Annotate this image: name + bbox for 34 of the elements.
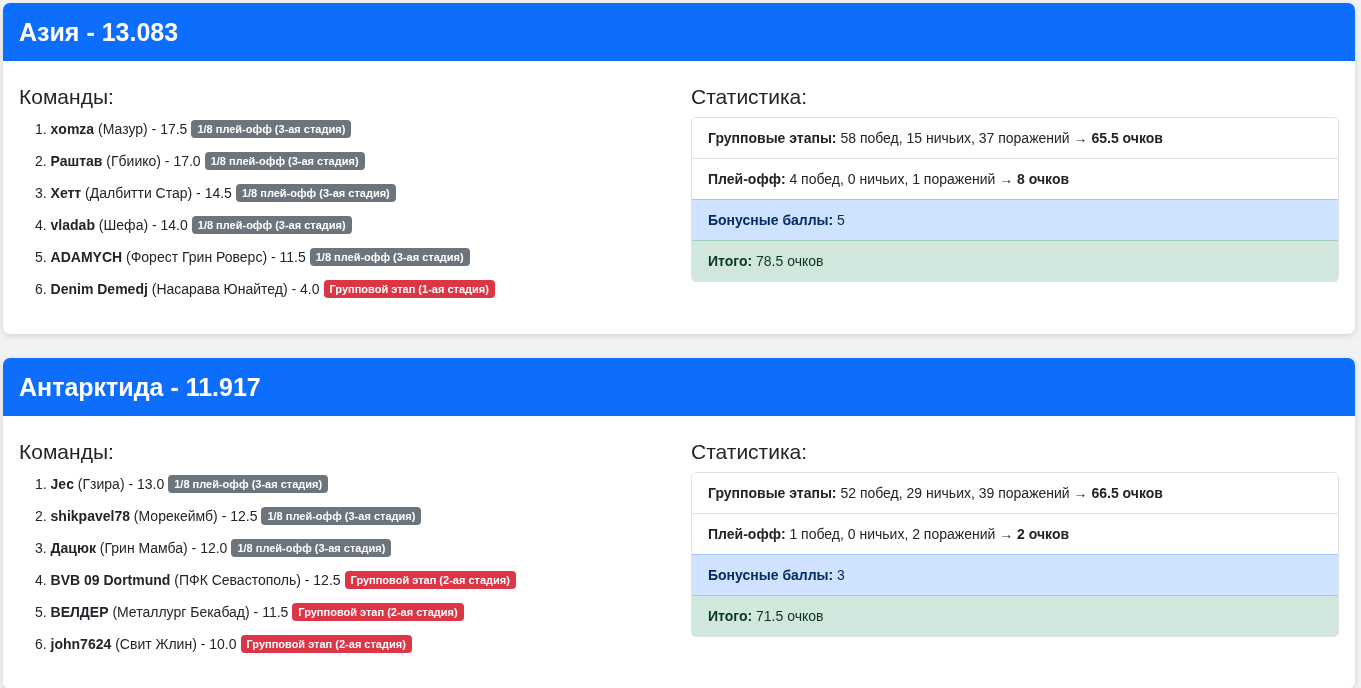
stats-row: Итого: 78.5 очков [692,240,1338,281]
team-entry: 3. Хетт (Далбитти Стар) - 14.5 [35,184,232,201]
stage-badge: Групповой этап (1-ая стадия) [323,279,495,298]
stage-badge: 1/8 плей-офф (3-ая стадия) [231,538,392,557]
stage-badge: Групповой этап (2-ая стадия) [344,570,516,589]
stage-badge: 1/8 плей-офф (3-ая стадия) [168,474,329,493]
team-entry: 6. Denim Demedj (Насарава Юнайтед) - 4.0 [35,280,320,297]
team-entry: 2. Раштав (Гбиико) - 17.0 [35,152,201,169]
team-entry: 5. ADAMYCH (Форест Грин Роверс) - 11.5 [35,248,306,265]
team-entry: 4. vladab (Шефа) - 14.0 [35,216,188,233]
stage-badge: Групповой этап (2-ая стадия) [240,634,412,653]
region-title: Антарктида - 11.917 [19,372,261,402]
stage-badge: 1/8 плей-офф (3-ая стадия) [261,506,422,525]
stage-badge: 1/8 плей-офф (3-ая стадия) [235,183,396,202]
team-entry: 6. john7624 (Свит Жлин) - 10.0 [35,635,237,652]
team-entry: 4. BVB 09 Dortmund (ПФК Севастополь) - 12.5 [35,571,341,588]
stage-badge: 1/8 плей-офф (3-ая стадия) [204,151,365,170]
team-entry: 5. ВЕЛДЕР (Металлург Бекабад) - 11.5 [35,603,289,620]
stats-heading: Статистика: [691,85,809,109]
team-entry: 2. shikpavel78 (Морекеймб) - 12.5 [35,507,258,524]
teams-heading: Команды: [19,85,115,109]
stats-heading: Статистика: [691,440,809,464]
stage-badge: 1/8 плей-офф (3-ая стадия) [191,119,352,138]
team-entry: 1. xomza (Мазур) - 17.5 [35,120,188,137]
stage-badge: Групповой этап (2-ая стадия) [292,602,464,621]
stats-row: Бонусные баллы: 3 [692,554,1338,595]
region-title: Азия - 13.083 [19,17,179,47]
stage-badge: 1/8 плей-офф (3-ая стадия) [191,215,352,234]
stats-row: Итого: 71.5 очков [692,595,1338,636]
team-entry: 1. Jec (Гзира) - 13.0 [35,475,165,492]
team-entry: 3. Дацюк (Грин Мамба) - 12.0 [35,539,228,556]
stats-row: Бонусные баллы: 5 [692,199,1338,240]
stage-badge: 1/8 плей-офф (3-ая стадия) [309,247,470,266]
teams-heading: Команды: [19,440,115,464]
